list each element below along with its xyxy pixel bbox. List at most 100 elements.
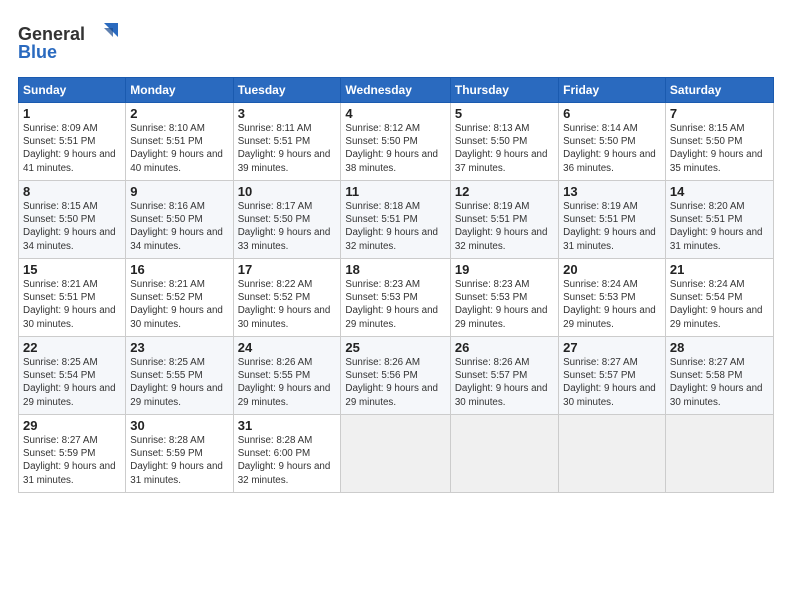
day-number: 2 [130,106,228,121]
day-info: Sunrise: 8:27 AMSunset: 5:57 PMDaylight:… [563,356,661,409]
calendar-cell: 7Sunrise: 8:15 AMSunset: 5:50 PMDaylight… [665,103,773,181]
day-number: 22 [23,340,121,355]
day-number: 25 [345,340,445,355]
calendar-cell: 26Sunrise: 8:26 AMSunset: 5:57 PMDayligh… [450,337,558,415]
day-info: Sunrise: 8:24 AMSunset: 5:53 PMDaylight:… [563,278,661,331]
day-info: Sunrise: 8:15 AMSunset: 5:50 PMDaylight:… [23,200,121,253]
day-number: 8 [23,184,121,199]
calendar-cell: 18Sunrise: 8:23 AMSunset: 5:53 PMDayligh… [341,259,450,337]
day-info: Sunrise: 8:14 AMSunset: 5:50 PMDaylight:… [563,122,661,175]
day-number: 1 [23,106,121,121]
day-number: 13 [563,184,661,199]
calendar-cell: 13Sunrise: 8:19 AMSunset: 5:51 PMDayligh… [559,181,666,259]
week-row-3: 15Sunrise: 8:21 AMSunset: 5:51 PMDayligh… [19,259,774,337]
day-info: Sunrise: 8:10 AMSunset: 5:51 PMDaylight:… [130,122,228,175]
day-number: 7 [670,106,769,121]
calendar-cell [450,415,558,493]
calendar-cell: 19Sunrise: 8:23 AMSunset: 5:53 PMDayligh… [450,259,558,337]
svg-text:General: General [18,24,85,44]
day-number: 28 [670,340,769,355]
day-info: Sunrise: 8:09 AMSunset: 5:51 PMDaylight:… [23,122,121,175]
day-header-sunday: Sunday [19,78,126,103]
page: General Blue SundayMondayTuesdayWednesda… [0,0,792,612]
day-info: Sunrise: 8:19 AMSunset: 5:51 PMDaylight:… [455,200,554,253]
day-info: Sunrise: 8:13 AMSunset: 5:50 PMDaylight:… [455,122,554,175]
calendar-cell: 17Sunrise: 8:22 AMSunset: 5:52 PMDayligh… [233,259,341,337]
day-header-tuesday: Tuesday [233,78,341,103]
svg-text:Blue: Blue [18,42,57,62]
day-header-monday: Monday [126,78,233,103]
day-number: 29 [23,418,121,433]
day-info: Sunrise: 8:23 AMSunset: 5:53 PMDaylight:… [455,278,554,331]
week-row-1: 1Sunrise: 8:09 AMSunset: 5:51 PMDaylight… [19,103,774,181]
logo: General Blue [18,18,128,67]
day-info: Sunrise: 8:11 AMSunset: 5:51 PMDaylight:… [238,122,337,175]
day-number: 24 [238,340,337,355]
day-info: Sunrise: 8:17 AMSunset: 5:50 PMDaylight:… [238,200,337,253]
day-number: 12 [455,184,554,199]
logo-svg: General Blue [18,18,128,62]
calendar-header-row: SundayMondayTuesdayWednesdayThursdayFrid… [19,78,774,103]
calendar-cell: 29Sunrise: 8:27 AMSunset: 5:59 PMDayligh… [19,415,126,493]
day-info: Sunrise: 8:25 AMSunset: 5:55 PMDaylight:… [130,356,228,409]
day-number: 17 [238,262,337,277]
calendar-cell: 6Sunrise: 8:14 AMSunset: 5:50 PMDaylight… [559,103,666,181]
day-number: 15 [23,262,121,277]
day-info: Sunrise: 8:20 AMSunset: 5:51 PMDaylight:… [670,200,769,253]
day-number: 21 [670,262,769,277]
calendar-cell: 12Sunrise: 8:19 AMSunset: 5:51 PMDayligh… [450,181,558,259]
day-info: Sunrise: 8:28 AMSunset: 6:00 PMDaylight:… [238,434,337,487]
day-info: Sunrise: 8:22 AMSunset: 5:52 PMDaylight:… [238,278,337,331]
calendar-cell: 30Sunrise: 8:28 AMSunset: 5:59 PMDayligh… [126,415,233,493]
day-info: Sunrise: 8:27 AMSunset: 5:59 PMDaylight:… [23,434,121,487]
calendar-cell: 22Sunrise: 8:25 AMSunset: 5:54 PMDayligh… [19,337,126,415]
day-number: 11 [345,184,445,199]
calendar-cell: 9Sunrise: 8:16 AMSunset: 5:50 PMDaylight… [126,181,233,259]
calendar-cell: 28Sunrise: 8:27 AMSunset: 5:58 PMDayligh… [665,337,773,415]
day-header-friday: Friday [559,78,666,103]
calendar-cell [665,415,773,493]
calendar-cell: 4Sunrise: 8:12 AMSunset: 5:50 PMDaylight… [341,103,450,181]
calendar-cell: 2Sunrise: 8:10 AMSunset: 5:51 PMDaylight… [126,103,233,181]
day-info: Sunrise: 8:19 AMSunset: 5:51 PMDaylight:… [563,200,661,253]
day-number: 20 [563,262,661,277]
day-number: 30 [130,418,228,433]
day-number: 18 [345,262,445,277]
calendar-cell [341,415,450,493]
day-info: Sunrise: 8:28 AMSunset: 5:59 PMDaylight:… [130,434,228,487]
calendar-cell: 21Sunrise: 8:24 AMSunset: 5:54 PMDayligh… [665,259,773,337]
day-info: Sunrise: 8:23 AMSunset: 5:53 PMDaylight:… [345,278,445,331]
day-number: 9 [130,184,228,199]
day-info: Sunrise: 8:12 AMSunset: 5:50 PMDaylight:… [345,122,445,175]
day-number: 31 [238,418,337,433]
day-number: 3 [238,106,337,121]
calendar-cell: 1Sunrise: 8:09 AMSunset: 5:51 PMDaylight… [19,103,126,181]
day-info: Sunrise: 8:26 AMSunset: 5:56 PMDaylight:… [345,356,445,409]
calendar-cell: 8Sunrise: 8:15 AMSunset: 5:50 PMDaylight… [19,181,126,259]
day-info: Sunrise: 8:16 AMSunset: 5:50 PMDaylight:… [130,200,228,253]
calendar-cell: 10Sunrise: 8:17 AMSunset: 5:50 PMDayligh… [233,181,341,259]
day-number: 5 [455,106,554,121]
day-number: 16 [130,262,228,277]
week-row-2: 8Sunrise: 8:15 AMSunset: 5:50 PMDaylight… [19,181,774,259]
day-number: 26 [455,340,554,355]
day-info: Sunrise: 8:27 AMSunset: 5:58 PMDaylight:… [670,356,769,409]
calendar-cell: 24Sunrise: 8:26 AMSunset: 5:55 PMDayligh… [233,337,341,415]
calendar-table: SundayMondayTuesdayWednesdayThursdayFrid… [18,77,774,493]
day-number: 10 [238,184,337,199]
header: General Blue [18,18,774,67]
calendar-cell: 3Sunrise: 8:11 AMSunset: 5:51 PMDaylight… [233,103,341,181]
day-info: Sunrise: 8:26 AMSunset: 5:55 PMDaylight:… [238,356,337,409]
calendar-cell: 16Sunrise: 8:21 AMSunset: 5:52 PMDayligh… [126,259,233,337]
day-number: 6 [563,106,661,121]
week-row-5: 29Sunrise: 8:27 AMSunset: 5:59 PMDayligh… [19,415,774,493]
day-info: Sunrise: 8:26 AMSunset: 5:57 PMDaylight:… [455,356,554,409]
calendar-cell [559,415,666,493]
calendar-cell: 11Sunrise: 8:18 AMSunset: 5:51 PMDayligh… [341,181,450,259]
calendar-cell: 23Sunrise: 8:25 AMSunset: 5:55 PMDayligh… [126,337,233,415]
calendar-cell: 5Sunrise: 8:13 AMSunset: 5:50 PMDaylight… [450,103,558,181]
day-number: 27 [563,340,661,355]
calendar-cell: 14Sunrise: 8:20 AMSunset: 5:51 PMDayligh… [665,181,773,259]
day-header-thursday: Thursday [450,78,558,103]
week-row-4: 22Sunrise: 8:25 AMSunset: 5:54 PMDayligh… [19,337,774,415]
